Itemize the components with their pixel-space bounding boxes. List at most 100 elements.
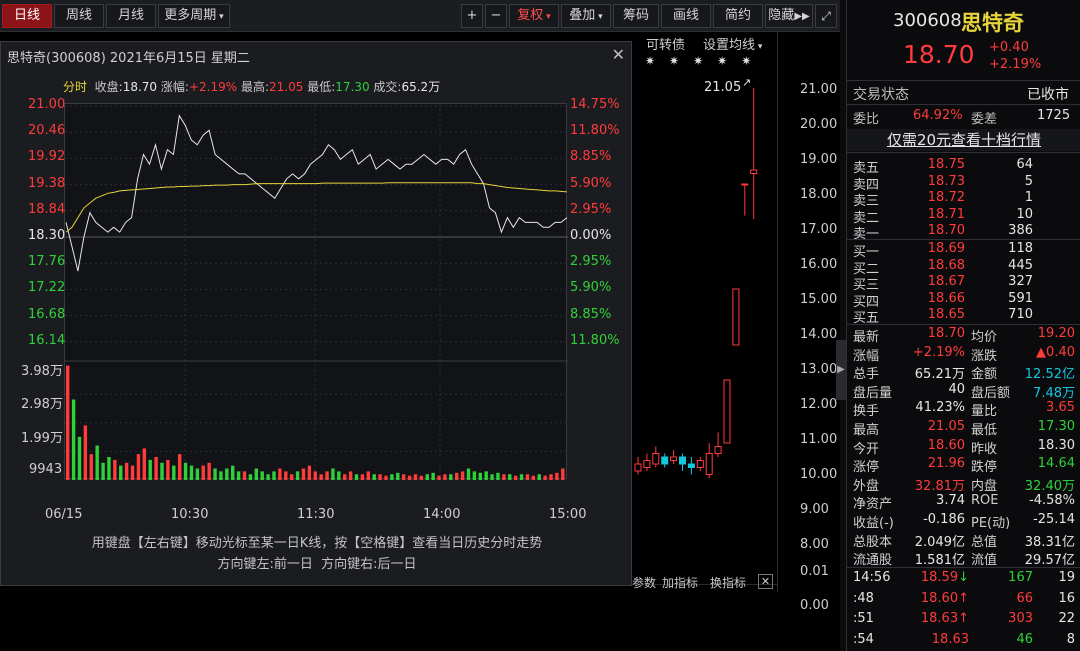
volume-bar xyxy=(449,474,453,480)
stat-label: 总值 xyxy=(971,534,998,550)
adjust-dropdown[interactable]: 复权 ▾ xyxy=(509,4,559,28)
divider xyxy=(847,324,1080,325)
kline-candle[interactable] xyxy=(696,457,704,471)
more-periods-label: 更多周期 xyxy=(164,8,217,23)
kline-candle[interactable] xyxy=(741,183,749,216)
kline-candle[interactable] xyxy=(750,87,758,219)
ten-level-upgrade-link[interactable]: 仅需20元查看十档行情 xyxy=(847,129,1080,151)
tick-time: :48 xyxy=(853,590,874,606)
volume-bar xyxy=(325,471,329,480)
tick-row[interactable]: :51 18.63↑ 303 22 xyxy=(847,611,1080,631)
kline-candle[interactable] xyxy=(634,457,642,475)
stat-value: 3.74 xyxy=(936,493,965,509)
simple-mode-button[interactable]: 简约 xyxy=(713,4,763,28)
price-tick-label: 19.38 xyxy=(28,175,66,191)
tick-row[interactable]: :54 18.63 46 8 xyxy=(847,632,1080,651)
volume-bar xyxy=(119,465,123,480)
volume-bar xyxy=(295,471,300,480)
kline-candle[interactable] xyxy=(732,288,740,346)
stat-label: 跌停 xyxy=(971,460,998,476)
intraday-popup[interactable]: 思特奇(300608) 2021年6月15日 星期二 ✕ 分时 收盘:18.70… xyxy=(0,41,632,586)
add-indicator-tab[interactable]: 加指标 xyxy=(662,574,698,591)
zoom-out-button[interactable]: − xyxy=(485,4,507,28)
volume-bar xyxy=(71,399,76,480)
high-label: 最高: xyxy=(240,80,269,94)
stat-value: 18.60 xyxy=(927,437,965,453)
ma-indicator-icons: ✷✷✷✷✷ xyxy=(645,54,766,68)
hide-label: 隐藏 xyxy=(768,8,795,23)
price-axis-tick: 17.00 xyxy=(800,221,838,237)
switch-indicator-tab[interactable]: 换指标 xyxy=(710,574,746,591)
change-value: +2.19% xyxy=(188,80,238,94)
kline-candle[interactable] xyxy=(652,446,660,468)
kline-candle[interactable] xyxy=(705,443,713,478)
stat-value: ▲0.40 xyxy=(1036,344,1075,360)
close-icon[interactable]: ✕ xyxy=(612,45,625,64)
more-periods-dropdown[interactable]: 更多周期 ▾ xyxy=(158,4,230,28)
volume-bar xyxy=(513,475,518,480)
volume-bar xyxy=(413,474,418,480)
ask-price: 18.70 xyxy=(927,223,965,239)
tick-count: 19 xyxy=(1058,570,1075,585)
bid-row: 买一 18.69 118 xyxy=(847,241,1080,260)
chips-button[interactable]: 筹码 xyxy=(613,4,659,28)
pct-tick-label: 8.85% xyxy=(570,149,612,165)
tick-time: :51 xyxy=(853,611,874,626)
draw-line-button[interactable]: 画线 xyxy=(661,4,711,28)
price-axis-tick: 12.00 xyxy=(800,396,838,412)
period-month-tab[interactable]: 月线 xyxy=(106,4,156,28)
volume-bar xyxy=(543,475,547,480)
bid-volume: 445 xyxy=(1008,257,1033,273)
period-week-tab[interactable]: 周线 xyxy=(54,4,104,28)
volume-bar xyxy=(248,474,253,480)
intraday-info-bar: 分时 收盘:18.70 涨幅:+2.19% 最高:21.05 最低:17.30 … xyxy=(63,78,440,95)
overlay-label: 叠加 xyxy=(569,8,596,23)
fullscreen-icon[interactable]: ⤢ xyxy=(815,4,837,28)
price-tick-label: 20.46 xyxy=(28,123,66,139)
convertible-bond-link[interactable]: 可转债 xyxy=(646,34,685,53)
stock-name: 思特奇 xyxy=(961,11,1024,35)
price-axis-tick: 16.00 xyxy=(800,256,838,272)
indicator-params-tab[interactable]: 参数 xyxy=(632,574,656,591)
set-ma-dropdown[interactable]: 设置均线 ▾ xyxy=(703,34,762,53)
volume-bar xyxy=(113,459,117,480)
kline-candle[interactable] xyxy=(643,453,651,472)
volume-label: 成交: xyxy=(373,80,402,94)
intraday-plot[interactable] xyxy=(64,103,568,480)
collapse-panel-icon[interactable]: ▶ xyxy=(836,340,846,400)
price-tick-label: 16.68 xyxy=(28,306,66,322)
zoom-in-button[interactable]: + xyxy=(461,4,483,28)
volume-bar xyxy=(502,474,506,480)
volume-bar xyxy=(95,445,99,480)
volume-bar xyxy=(189,465,194,480)
bid-volume: 710 xyxy=(1008,307,1033,323)
stat-value: 65.21万 xyxy=(914,367,965,383)
price-tick-label: 21.00 xyxy=(28,97,66,112)
kline-candle[interactable] xyxy=(723,379,731,444)
tick-row[interactable]: 14:56 18.59↓ 167 19 xyxy=(847,570,1080,590)
volume-bar xyxy=(525,474,530,480)
arrow-up-icon: ↑ xyxy=(958,590,969,606)
stat-label: 昨收 xyxy=(971,441,998,457)
period-day-tab[interactable]: 日线 xyxy=(2,4,52,28)
kline-candle[interactable] xyxy=(661,453,669,468)
kline-candle[interactable] xyxy=(714,432,722,458)
low-label: 最低: xyxy=(307,80,336,94)
kline-candle[interactable] xyxy=(687,457,695,475)
volume-bar xyxy=(555,472,559,480)
time-axis-label: 06/15 xyxy=(45,507,83,522)
volume-bar xyxy=(266,474,270,480)
volume-bar xyxy=(437,475,441,480)
stat-label: PE(动) xyxy=(971,516,1011,531)
volume-bar xyxy=(360,474,365,480)
close-indicator-icon[interactable]: ✕ xyxy=(758,574,773,589)
volume-bar xyxy=(225,468,229,480)
hide-panel-button[interactable]: 隐藏▶▶ xyxy=(765,4,813,28)
stat-row: 总手 65.21万 金额 12.52亿 xyxy=(847,363,1080,383)
kline-candle[interactable] xyxy=(679,453,686,472)
tick-row[interactable]: :48 18.60↑ 66 16 xyxy=(847,591,1080,611)
overlay-dropdown[interactable]: 叠加 ▾ xyxy=(561,4,611,28)
kline-candle[interactable] xyxy=(670,450,678,464)
stat-value: 18.30 xyxy=(1037,437,1075,453)
price-axis-tick: 10.00 xyxy=(800,466,838,482)
